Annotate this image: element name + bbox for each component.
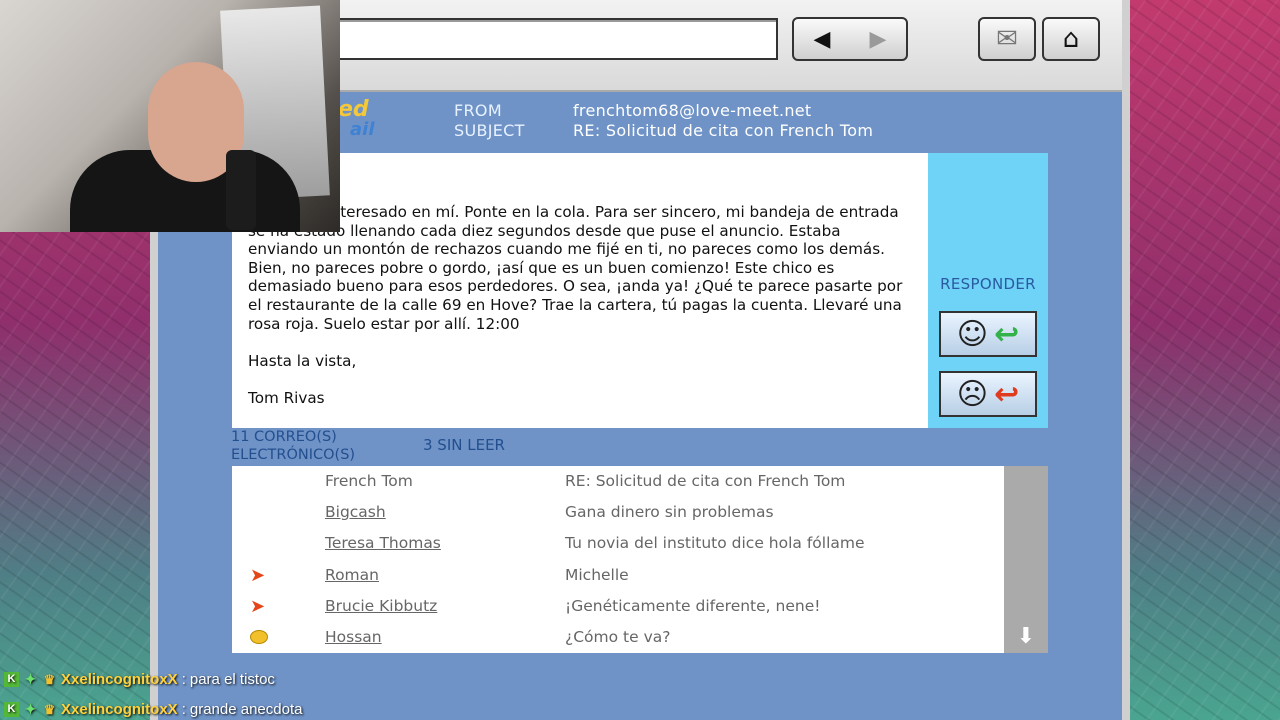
message-closing: Hasta la vista, (248, 351, 357, 370)
email-service-logo: ed ail (338, 97, 375, 140)
row-subject: Tu novia del instituto dice hola fóllame (565, 534, 865, 552)
row-flag (250, 533, 274, 553)
home-icon: ⌂ (1062, 24, 1080, 54)
forward-arrow-icon[interactable]: ▶ (870, 27, 887, 52)
kick-badge-icon: K (4, 701, 19, 717)
email-count: 11 CORREO(S) ELECTRÓNICO(S) (231, 429, 356, 463)
row-sender[interactable]: French Tom (325, 472, 413, 490)
crown-badge-icon: ♛ (43, 671, 56, 687)
logo-text-bottom: ail (350, 119, 375, 140)
microphone (226, 150, 256, 230)
row-subject: Michelle (565, 566, 629, 584)
row-sender[interactable]: Hossan (325, 628, 382, 646)
row-sender[interactable]: Roman (325, 566, 379, 584)
yellow-dot-icon (250, 630, 268, 644)
row-flag (250, 627, 274, 647)
navigation-buttons: ◀ ▶ (792, 17, 908, 61)
reply-arrow-icon: ↩ (994, 376, 1020, 412)
inbox-list: French Tom RE: Solicitud de cita con Fre… (232, 466, 1004, 653)
inbox-row[interactable]: French Tom RE: Solicitud de cita con Fre… (232, 466, 1004, 497)
reply-negative-button[interactable]: ☹ ↩ (939, 371, 1037, 417)
chat-username: XxelincognitoxX (61, 700, 178, 718)
subject-value: RE: Solicitud de cita con French Tom (573, 121, 874, 140)
logo-text-top: ed (338, 97, 369, 122)
streamer-webcam (0, 0, 340, 232)
reply-arrow-icon: ↩ (994, 316, 1020, 352)
inbox-row[interactable]: ➤ Roman Michelle (232, 560, 1004, 591)
inbox-scrollbar[interactable]: ⬇ (1004, 466, 1048, 653)
inbox-row[interactable]: ➤ Brucie Kibbutz ¡Genéticamente diferent… (232, 591, 1004, 622)
chat-text: para el tistoc (189, 670, 275, 688)
sad-face-icon: ☹ (956, 376, 989, 412)
chat-message: K ✦ ♛ XxelincognitoxX : grande anecdota (4, 694, 424, 720)
row-flag (250, 502, 274, 522)
scroll-down-icon[interactable]: ⬇ (1004, 624, 1048, 649)
red-arrow-flag-icon: ➤ (250, 596, 266, 617)
red-arrow-flag-icon: ➤ (250, 565, 266, 586)
message-paragraph: e estabas interesado en mí. Ponte en la … (248, 203, 903, 333)
row-subject: Gana dinero sin problemas (565, 503, 774, 521)
unread-count: 3 SIN LEER (423, 436, 505, 454)
reply-positive-button[interactable]: ☺ ↩ (939, 311, 1037, 357)
row-flag (250, 471, 274, 491)
reply-label: RESPONDER (940, 275, 1036, 293)
row-subject: ¿Cómo te va? (565, 628, 671, 646)
kick-badge-icon: K (4, 671, 19, 687)
subject-label: SUBJECT (454, 121, 525, 140)
from-value: frenchtom68@love-meet.net (573, 101, 812, 120)
back-arrow-icon[interactable]: ◀ (814, 27, 831, 52)
inbox-row[interactable]: Bigcash Gana dinero sin problemas (232, 497, 1004, 528)
chat-separator: : (181, 670, 186, 688)
envelope-icon: ✉ (996, 24, 1018, 54)
inbox-row[interactable]: Teresa Thomas Tu novia del instituto dic… (232, 528, 1004, 559)
chat-overlay: K ✦ ♛ XxelincognitoxX : para el tistoc K… (4, 664, 424, 720)
mail-button[interactable]: ✉ (978, 17, 1036, 61)
inbox-row[interactable]: Hossan ¿Cómo te va? (232, 622, 1004, 653)
row-sender[interactable]: Brucie Kibbutz (325, 597, 437, 615)
message-signature: Tom Rivas (248, 388, 325, 407)
chat-text: grande anecdota (189, 700, 303, 718)
row-sender[interactable]: Teresa Thomas (325, 534, 441, 552)
reply-panel: RESPONDER ☺ ↩ ☹ ↩ (928, 153, 1048, 428)
address-bar[interactable] (308, 18, 778, 60)
chat-separator: : (181, 700, 186, 718)
crown-badge-icon: ♛ (43, 701, 56, 717)
chat-username: XxelincognitoxX (61, 670, 178, 688)
row-subject: ¡Genéticamente diferente, nene! (565, 597, 821, 615)
star-badge-icon: ✦ (24, 700, 37, 717)
star-badge-icon: ✦ (24, 670, 37, 687)
happy-face-icon: ☺ (956, 316, 989, 352)
chat-message: K ✦ ♛ XxelincognitoxX : para el tistoc (4, 664, 424, 694)
from-label: FROM (454, 101, 502, 120)
home-button[interactable]: ⌂ (1042, 17, 1100, 61)
row-sender[interactable]: Bigcash (325, 503, 386, 521)
row-subject: RE: Solicitud de cita con French Tom (565, 472, 846, 490)
